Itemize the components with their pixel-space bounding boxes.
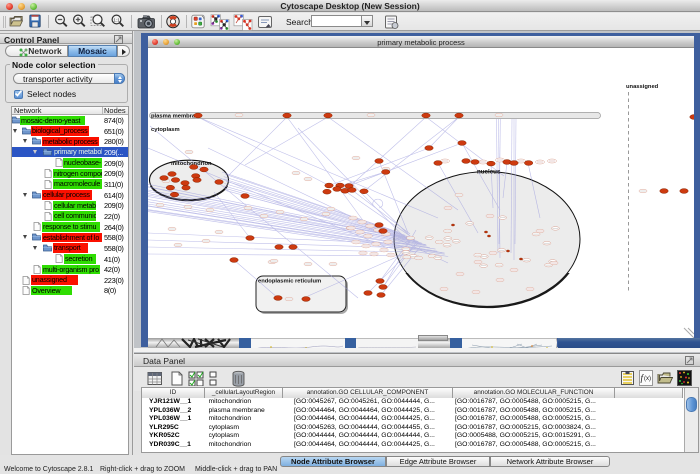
svg-text:endoplasmic reticulum: endoplasmic reticulum (258, 279, 321, 285)
svg-text:nucleus: nucleus (477, 169, 501, 176)
svg-text:unassigned: unassigned (626, 84, 659, 90)
svg-text:1:1: 1:1 (113, 17, 120, 22)
svg-text:cytoplasm: cytoplasm (151, 127, 180, 133)
svg-text:(x): (x) (644, 376, 651, 382)
